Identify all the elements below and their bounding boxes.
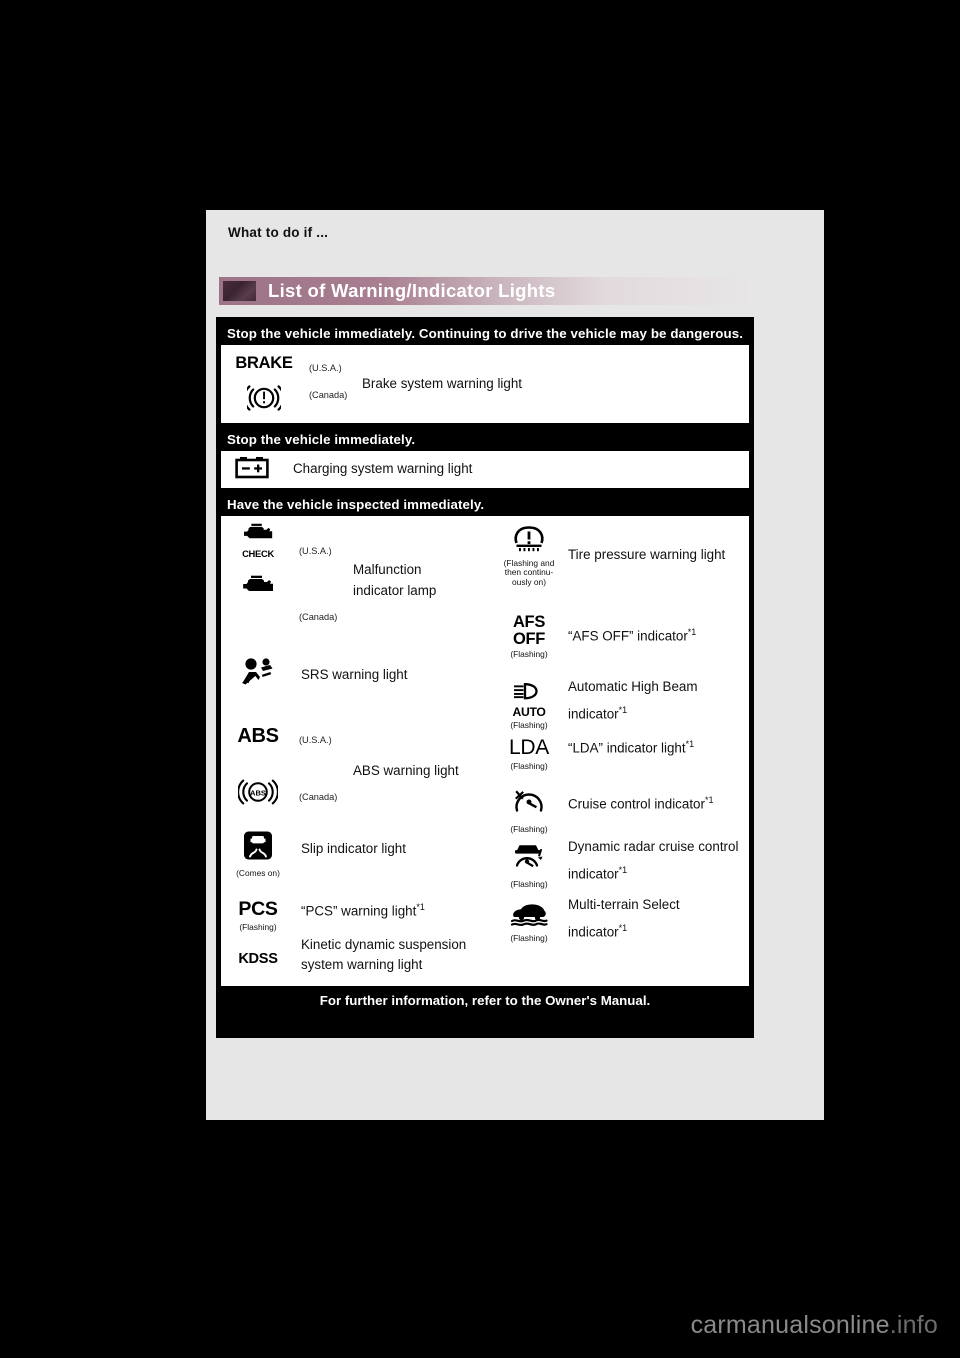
watermark-text: carmanualsonline: [690, 1311, 890, 1339]
lda-icon: LDA (Flashing): [498, 736, 560, 771]
page-title: List of Warning/Indicator Lights: [268, 280, 556, 301]
band-stop: Stop the vehicle immediately.: [221, 428, 749, 451]
cruise-footnote: *1: [704, 795, 714, 805]
right-column: (Flashing and then continu- ously on) Ti…: [489, 516, 749, 986]
charging-row: Charging system warning light: [221, 451, 749, 488]
tire-pressure-icon: (Flashing and then continu- ously on): [498, 522, 560, 587]
slip-note: (Comes on): [236, 868, 280, 878]
ahb-label-line1: Automatic High Beam: [568, 679, 698, 694]
ahb-footnote: *1: [618, 705, 628, 715]
slip-indicator-icon: (Comes on): [229, 831, 287, 878]
mil-canada-icon: [229, 574, 287, 602]
section-danger-cells: BRAKE (U.S.A.) (Canada) Brake system war…: [221, 345, 749, 423]
lda-note: (Flashing): [510, 761, 548, 771]
lda-label: “LDA” indicator light*1: [566, 738, 694, 758]
cruise-label: Cruise control indicator*1: [566, 794, 713, 814]
cruise-note: (Flashing): [510, 824, 548, 834]
mil-usa-icon: CHECK: [229, 522, 287, 559]
mil-label-line1: Malfunction: [353, 562, 422, 577]
lda-label-text: “LDA” indicator light: [568, 740, 686, 756]
left-column: CHECK (U.S.A.) (Canada) Malfunction indi…: [221, 516, 489, 986]
ahb-label-line2: indicator*1: [566, 704, 627, 724]
charging-label: Charging system warning light: [293, 461, 473, 477]
radar-cruise-footnote: *1: [618, 865, 628, 875]
radar-cruise-icon: (Flashing): [498, 841, 560, 889]
pcs-icon: PCS (Flashing): [229, 898, 287, 932]
abs-label: ABS warning light: [353, 763, 459, 778]
warning-lights-table: Stop the vehicle immediately. Continuing…: [216, 317, 754, 1038]
inspect-section: CHECK (U.S.A.) (Canada) Malfunction indi…: [221, 516, 749, 986]
cruise-label-text: Cruise control indicator: [568, 796, 705, 812]
pcs-label-text: “PCS” warning light: [301, 903, 417, 919]
mil-usa-note: (U.S.A.): [299, 546, 332, 556]
ahb-label-text: indicator: [568, 706, 619, 722]
ahb-note: (Flashing): [510, 720, 548, 730]
radar-cruise-label-text: indicator: [568, 866, 619, 882]
kdss-label-line1: Kinetic dynamic suspension: [301, 937, 467, 952]
brake-label: Brake system warning light: [362, 376, 523, 391]
band-danger: Stop the vehicle immediately. Continuing…: [221, 322, 749, 345]
srs-label: SRS warning light: [301, 667, 408, 682]
brake-canada-note: (Canada): [309, 390, 348, 400]
section-heading: List of Warning/Indicator Lights: [219, 277, 754, 305]
mil-canada-note: (Canada): [299, 612, 338, 622]
abs-canada-icon: ABS: [229, 778, 287, 811]
mts-label-text: indicator: [568, 924, 619, 940]
tire-label: Tire pressure warning light: [568, 547, 726, 562]
radar-cruise-label-line2: indicator*1: [566, 864, 627, 884]
mts-label-line1: Multi-terrain Select: [568, 897, 680, 912]
abs-usa-icon: ABS: [237, 725, 279, 747]
cruise-control-icon: (Flashing): [498, 788, 560, 834]
pcs-note: (Flashing): [239, 922, 277, 932]
abs-canada-note: (Canada): [299, 792, 338, 802]
slip-label: Slip indicator light: [301, 841, 406, 856]
kdss-icon: KDSS: [238, 951, 278, 967]
srs-airbag-icon: [229, 656, 287, 691]
mts-label-line2: indicator*1: [566, 922, 627, 942]
radar-cruise-label-line1: Dynamic radar cruise control: [568, 839, 739, 854]
watermark-suffix: .info: [889, 1311, 938, 1339]
mil-label-line2: indicator lamp: [353, 583, 437, 598]
kdss-label-line2: system warning light: [301, 957, 423, 972]
afs-footnote: *1: [687, 627, 697, 637]
afs-label: “AFS OFF” indicator*1: [566, 626, 696, 646]
afs-off-icon: AFS OFF (Flashing): [498, 614, 560, 659]
watermark: carmanualsonline.info: [691, 1311, 938, 1340]
heading-swatch-icon: [223, 281, 256, 301]
tire-note-line3: ously on): [512, 576, 546, 587]
svg-text:ABS: ABS: [250, 788, 266, 797]
charging-icon-cell: [221, 455, 283, 484]
auto-high-beam-icon: AUTO (Flashing): [498, 682, 560, 730]
lda-footnote: *1: [685, 739, 695, 749]
brake-usa-note: (U.S.A.): [309, 363, 342, 373]
radar-cruise-note: (Flashing): [510, 879, 548, 889]
pcs-label: “PCS” warning light*1: [299, 901, 425, 921]
band-footer: For further information, refer to the Ow…: [319, 993, 651, 1008]
brake-usa-icon: BRAKE: [235, 354, 293, 372]
pcs-footnote: *1: [416, 902, 425, 912]
breadcrumb: What to do if ...: [228, 225, 329, 240]
mts-footnote: *1: [618, 923, 628, 933]
multi-terrain-select-icon: (Flashing): [498, 901, 560, 943]
band-inspect: Have the vehicle inspected immediately.: [221, 493, 749, 516]
abs-usa-note: (U.S.A.): [299, 735, 332, 745]
brake-canada-icon: [231, 383, 297, 418]
mts-note: (Flashing): [510, 933, 548, 943]
afs-label-text: “AFS OFF” indicator: [568, 628, 688, 644]
battery-icon: [235, 455, 269, 484]
afs-note: (Flashing): [510, 648, 548, 659]
